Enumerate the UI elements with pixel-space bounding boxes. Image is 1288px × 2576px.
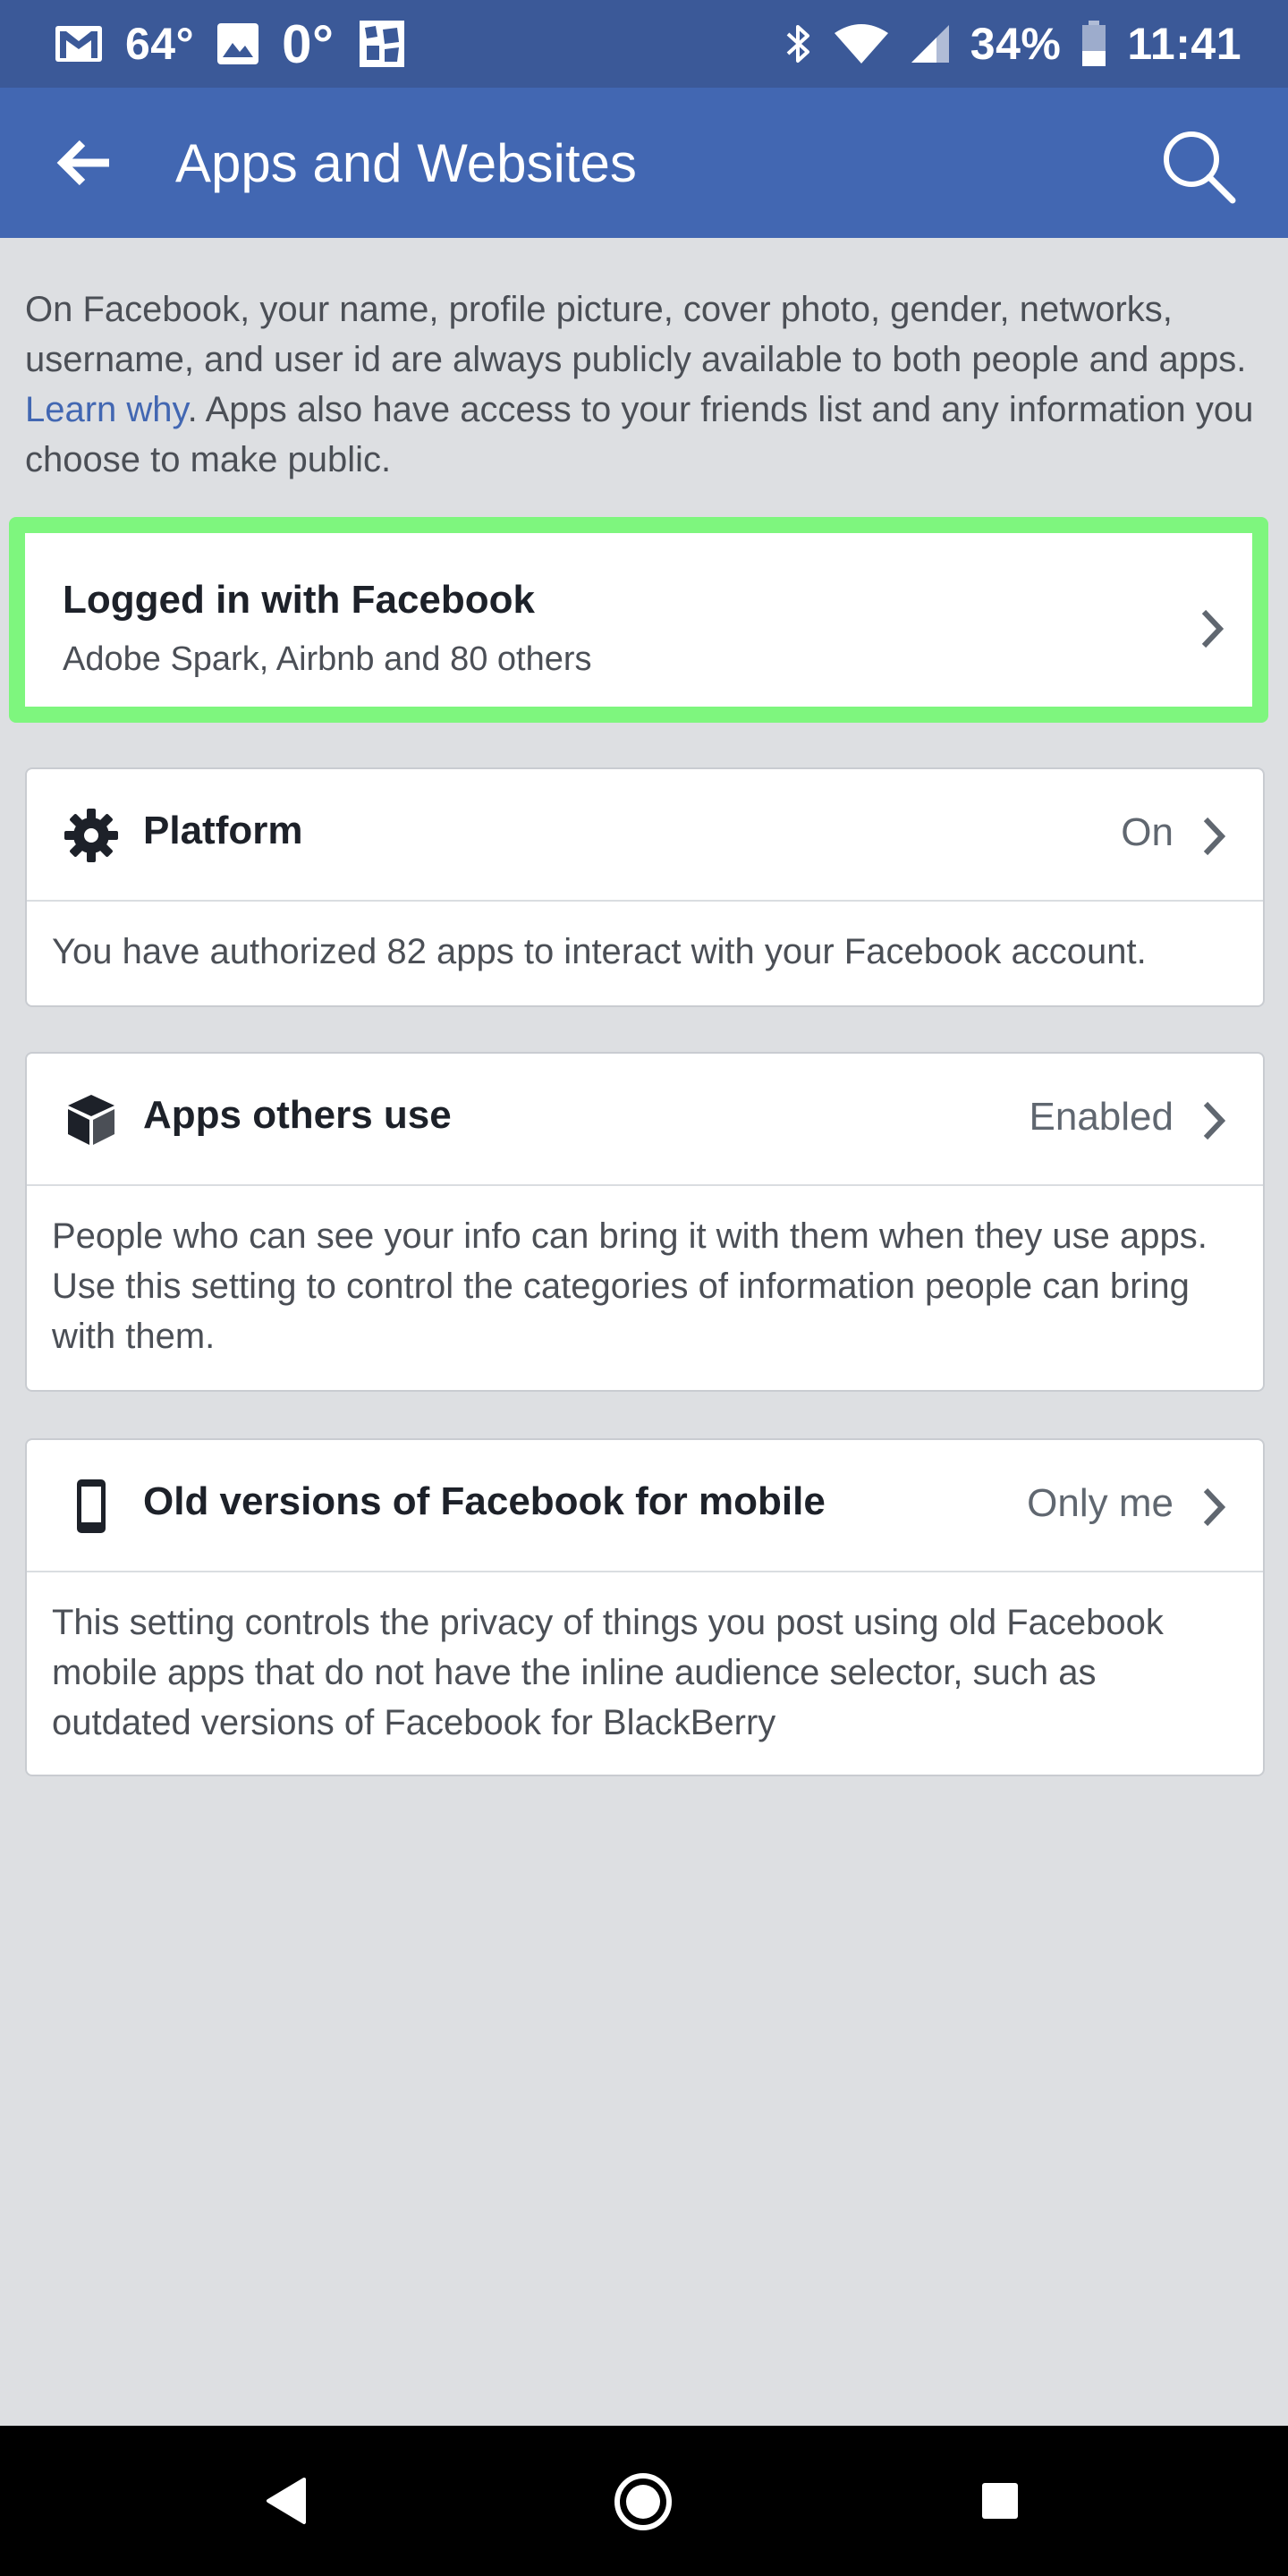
chevron-right-icon: [1203, 1101, 1226, 1140]
arrow-left-icon: [56, 140, 109, 186]
wifi-icon: [834, 24, 888, 64]
chevron-right-icon: [1203, 1487, 1226, 1527]
recents-square-icon: [982, 2483, 1018, 2519]
platform-row[interactable]: Platform On: [27, 769, 1263, 902]
platform-description: You have authorized 82 apps to interact …: [52, 932, 1147, 971]
old-versions-value: Only me: [1027, 1481, 1174, 1525]
battery-icon: [1082, 21, 1106, 66]
clock-time: 11:41: [1127, 19, 1241, 69]
apps-others-use-title: Apps others use: [143, 1093, 452, 1137]
system-nav-bar: [0, 2426, 1288, 2576]
page-title: Apps and Websites: [175, 133, 637, 193]
temperature-2-text: 0°: [282, 13, 335, 74]
platform-card: Platform On You have authorized 82 apps …: [25, 767, 1265, 1007]
image-icon: [217, 23, 259, 64]
chevron-right-icon: [1201, 609, 1224, 648]
old-versions-description: This setting controls the privacy of thi…: [52, 1603, 1164, 1742]
signal-icon: [911, 25, 949, 63]
screen: 64° 0° 34% 11:41 Apps and Websites On Fa…: [0, 0, 1288, 2576]
app-bar: Apps and Websites: [0, 88, 1288, 238]
search-icon: [1164, 131, 1236, 204]
bluetooth-icon: [786, 25, 809, 63]
platform-value: On: [1121, 810, 1174, 854]
gear-icon: [64, 809, 118, 862]
apps-others-use-value: Enabled: [1029, 1095, 1174, 1139]
gmail-icon: [55, 26, 102, 62]
back-triangle-icon: [267, 2478, 306, 2524]
battery-percent: 34%: [970, 19, 1062, 69]
login-card-subtitle: Adobe Spark, Airbnb and 80 others: [63, 640, 592, 678]
login-card-title: Logged in with Facebook: [63, 578, 535, 622]
status-bar: 64° 0° 34% 11:41: [0, 0, 1288, 88]
apps-others-use-card: Apps others use Enabled People who can s…: [25, 1052, 1265, 1392]
intro-text: On Facebook, your name, profile picture,…: [25, 284, 1259, 485]
temperature-text: 64°: [125, 19, 195, 69]
apps-others-use-row[interactable]: Apps others use Enabled: [27, 1054, 1263, 1186]
learn-why-link[interactable]: Learn why: [25, 390, 188, 429]
status-bar-right: 34% 11:41: [765, 18, 1241, 70]
old-versions-title: Old versions of Facebook for mobile: [143, 1479, 826, 1523]
apps-others-use-description: People who can see your info can bring i…: [52, 1216, 1208, 1356]
nav-home-button[interactable]: [614, 2472, 673, 2536]
intro-text-before: On Facebook, your name, profile picture,…: [25, 290, 1247, 379]
chevron-right-icon: [1203, 817, 1226, 856]
old-versions-row[interactable]: Old versions of Facebook for mobile Only…: [27, 1440, 1263, 1572]
app-icon: [359, 21, 404, 67]
back-button[interactable]: [55, 134, 120, 191]
old-versions-card: Old versions of Facebook for mobile Only…: [25, 1438, 1265, 1776]
nav-recents-button[interactable]: [980, 2481, 1020, 2525]
home-circle-icon: [614, 2473, 672, 2530]
login-card-inner: Logged in with Facebook Adobe Spark, Air…: [25, 538, 1252, 707]
nav-back-button[interactable]: [265, 2476, 308, 2530]
intro-text-after: . Apps also have access to your friends …: [25, 390, 1254, 479]
cube-icon: [68, 1095, 114, 1145]
status-bar-left: 64° 0°: [55, 13, 429, 75]
mobile-phone-icon: [77, 1479, 106, 1533]
platform-title: Platform: [143, 809, 303, 852]
logged-in-with-facebook-row[interactable]: Logged in with Facebook Adobe Spark, Air…: [9, 517, 1268, 723]
search-button[interactable]: [1159, 127, 1238, 206]
